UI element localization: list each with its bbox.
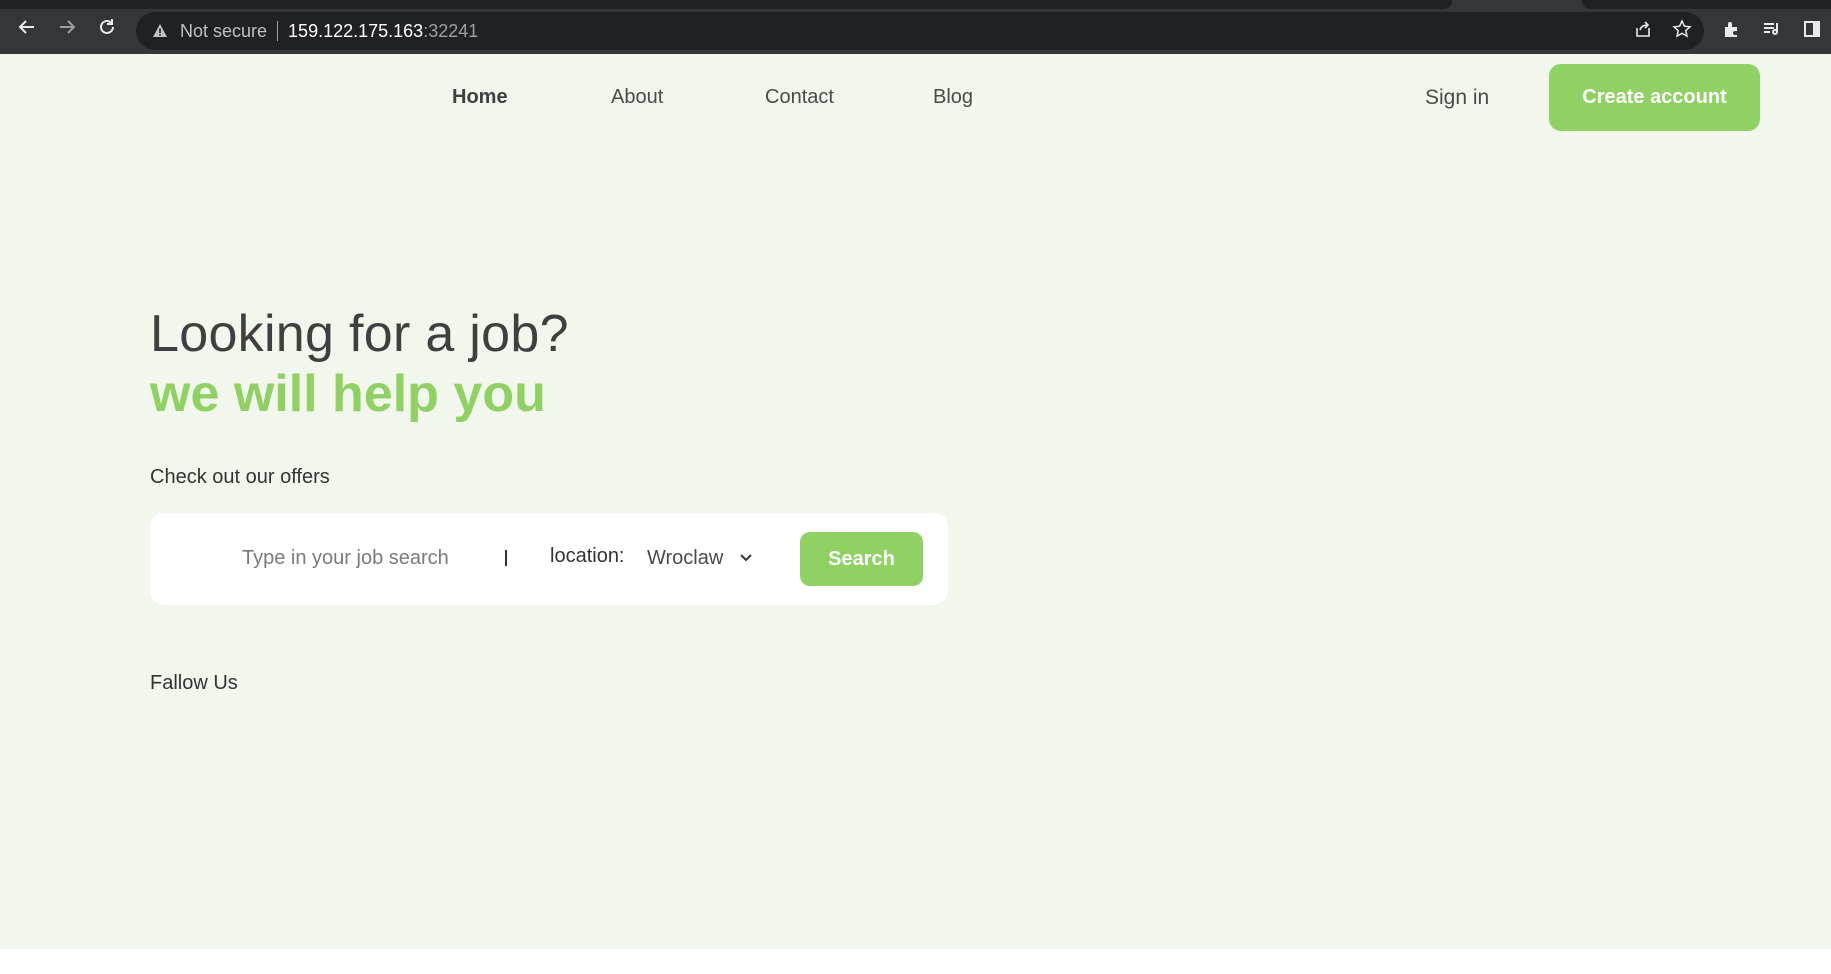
location-value: Wroclaw bbox=[647, 546, 724, 569]
back-arrow-icon[interactable] bbox=[12, 12, 42, 42]
extensions-icon[interactable] bbox=[1717, 14, 1747, 44]
side-panel-icon[interactable] bbox=[1797, 14, 1827, 44]
url-port: :32241 bbox=[423, 20, 479, 41]
follow-us-label: Fallow Us bbox=[150, 672, 238, 694]
nav-contact-link[interactable]: Contact bbox=[765, 86, 834, 109]
url-separator bbox=[277, 21, 279, 41]
page: Home About Contact Blog Sign in Create a… bbox=[0, 54, 1831, 949]
text-cursor bbox=[505, 550, 507, 566]
hero-subtitle: we will help you bbox=[150, 365, 546, 423]
address-bar[interactable]: Not secure 159.122.175.163:32241 bbox=[136, 12, 1704, 50]
url-host: 159.122.175.163 bbox=[288, 20, 424, 41]
nav-blog-link[interactable]: Blog bbox=[933, 86, 973, 109]
page-bottom-strip bbox=[0, 949, 1831, 974]
location-label: location: bbox=[550, 545, 625, 567]
job-search-input[interactable] bbox=[242, 541, 502, 575]
search-button[interactable]: Search bbox=[800, 532, 923, 586]
nav-home-link[interactable]: Home bbox=[452, 86, 508, 109]
nav-about-link[interactable]: About bbox=[611, 86, 663, 109]
job-search-card: location: Wroclaw Search bbox=[150, 513, 948, 605]
reload-icon[interactable] bbox=[92, 12, 122, 42]
sign-in-link[interactable]: Sign in bbox=[1425, 86, 1489, 110]
tab-strip-right bbox=[1582, 0, 1831, 9]
media-list-icon[interactable] bbox=[1757, 14, 1787, 44]
hero-title: Looking for a job? bbox=[150, 305, 569, 363]
location-select[interactable]: Wroclaw bbox=[647, 540, 753, 576]
tab-strip bbox=[0, 0, 1452, 9]
warning-icon bbox=[150, 21, 170, 41]
browser-toolbar: Not secure 159.122.175.163:32241 bbox=[0, 0, 1831, 54]
offers-label: Check out our offers bbox=[150, 466, 330, 488]
share-icon[interactable] bbox=[1628, 14, 1658, 44]
security-label[interactable]: Not secure bbox=[180, 21, 267, 42]
forward-arrow-icon[interactable] bbox=[52, 12, 82, 42]
star-icon[interactable] bbox=[1667, 14, 1697, 44]
chevron-down-icon bbox=[739, 553, 753, 563]
create-account-button[interactable]: Create account bbox=[1549, 64, 1760, 131]
